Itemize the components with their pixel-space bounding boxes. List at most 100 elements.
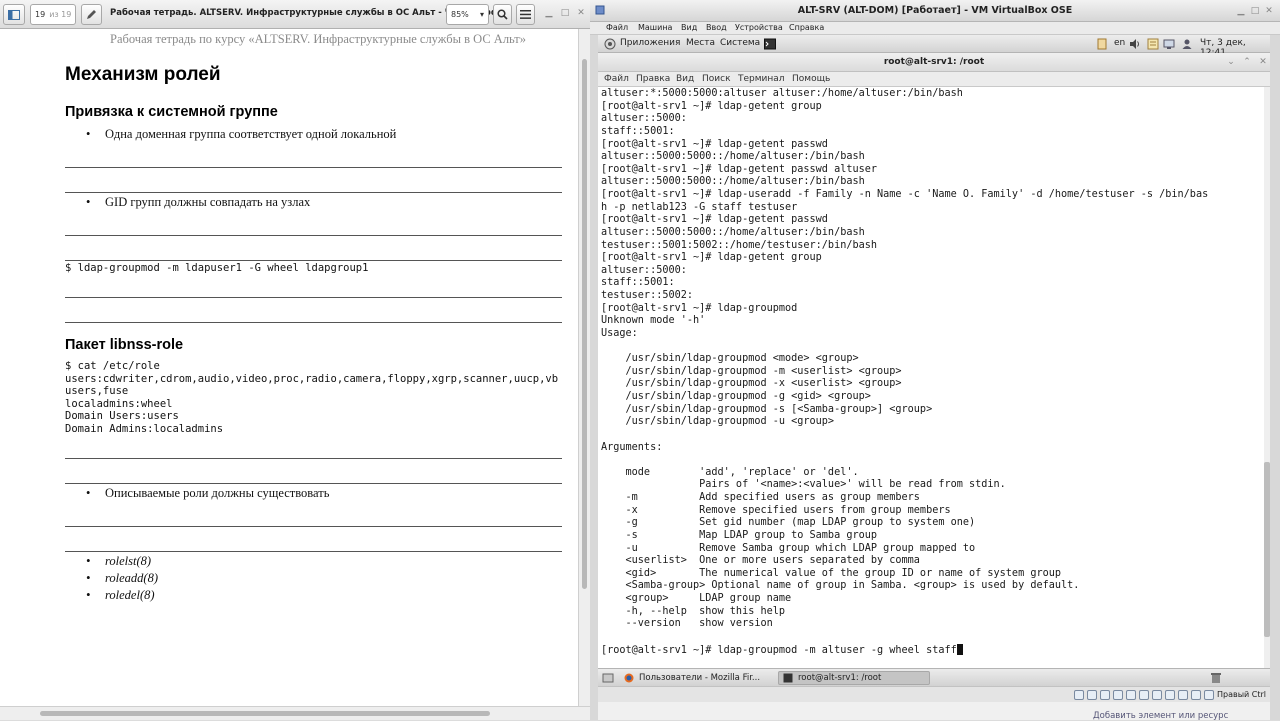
annotate-button[interactable] [81,4,102,25]
chevron-down-icon[interactable]: ⌄ [1226,57,1236,67]
terminal-menu-terminal[interactable]: Терминал [738,74,785,84]
scrollbar-thumb[interactable] [40,711,490,716]
terminal-line: altuser::5000: [601,264,687,276]
terminal-line: -g Set gid number (map LDAP group to sys… [601,517,976,529]
terminal-line: altuser::5000:5000::/home/altuser:/bin/b… [601,176,865,188]
page-number-field[interactable]: 19 из 19 [30,4,76,25]
task-label: root@alt-srv1: /root [798,673,882,683]
menu-view[interactable]: Вид [681,23,697,32]
maximize-icon[interactable]: □ [560,8,570,18]
notes-icon[interactable] [1147,38,1159,50]
maximize-icon[interactable]: ⌃ [1242,57,1252,67]
network-adapter-icon[interactable] [1113,690,1123,700]
zoom-select[interactable]: 85% ▾ [446,4,489,25]
terminal-prompt-line[interactable]: [root@alt-srv1 ~]# ldap-groupmod -m altu… [601,643,1208,658]
sidebar-toggle-button[interactable] [3,4,25,25]
virtualbox-statusbar: Правый Ctrl [598,686,1270,702]
terminal-menu-file[interactable]: Файл [604,74,629,84]
code-line: localadmins:wheel [65,397,173,410]
terminal-line: staff::5001: [601,125,675,137]
network-icon[interactable] [1163,38,1175,50]
scrollbar-thumb[interactable] [582,59,587,589]
answer-line [65,235,562,236]
minimize-icon[interactable]: ▁ [1236,6,1246,16]
answer-line [65,167,562,168]
hard-disk-icon[interactable] [1074,690,1084,700]
usb-icon[interactable] [1126,690,1136,700]
terminal-output[interactable]: altuser:*:5000:5000:altuser altuser:/hom… [598,87,1264,668]
terminal-text: altuser:*:5000:5000:altuser altuser:/hom… [601,88,1208,657]
guest-top-panel: Приложения Места Система en Чт, 3 дек, 1… [598,35,1270,58]
menu-button[interactable] [516,4,535,25]
terminal-line: /usr/sbin/ldap-groupmod -x <userlist> <g… [601,378,902,390]
terminal-line: Arguments: [601,441,663,453]
menu-input[interactable]: Ввод [706,23,727,32]
panel-menu-applications[interactable]: Приложения [620,38,680,48]
display-icon[interactable] [1152,690,1162,700]
shared-folders-icon[interactable] [1139,690,1149,700]
terminal-icon [783,673,793,683]
command-groupmod: $ ldap-groupmod -m ldapuser1 -G wheel ld… [65,262,369,274]
terminal-menu-help[interactable]: Помощь [792,74,830,84]
show-desktop-icon[interactable] [602,672,614,684]
answer-line [65,483,562,484]
volume-icon[interactable] [1129,38,1141,50]
audio-icon[interactable] [1100,690,1110,700]
video-capture-icon[interactable] [1165,690,1175,700]
search-button[interactable] [493,4,512,25]
pencil-icon [87,10,96,19]
keyboard-layout[interactable]: en [1114,38,1125,48]
task-terminal[interactable]: root@alt-srv1: /root [778,671,930,685]
menu-help[interactable]: Справка [789,23,824,32]
heading-roles-mechanism: Механизм ролей [65,64,221,85]
keyboard-icon[interactable] [1204,690,1214,700]
close-icon[interactable]: ✕ [576,8,586,18]
task-firefox[interactable]: Пользователи - Mozilla Fir... [620,671,770,685]
bullet-item: • GID групп должны совпадать на узлах [86,195,311,209]
terminal-line: mode 'add', 'replace' or 'del'. [601,466,859,478]
mouse-integration-icon[interactable] [1191,690,1201,700]
terminal-launcher-icon[interactable] [764,38,776,50]
page-total: из 19 [49,10,72,19]
optical-drive-icon[interactable] [1087,690,1097,700]
user-icon[interactable] [1181,38,1193,50]
guest-screen[interactable]: Приложения Места Система en Чт, 3 дек, 1… [598,35,1270,721]
terminal-menu-search[interactable]: Поиск [702,74,731,84]
terminal-menu-edit[interactable]: Правка [636,74,670,84]
terminal-scrollbar[interactable] [1264,87,1270,668]
bullet-text: GID групп должны совпадать на узлах [105,195,311,209]
pdf-horizontal-scrollbar[interactable] [0,706,590,720]
panel-menu-system[interactable]: Система [720,38,760,48]
terminal-line: altuser::5000:5000::/home/altuser:/bin/b… [601,151,865,163]
alt-logo-icon[interactable] [604,38,616,50]
menu-machine[interactable]: Машина [638,23,672,32]
terminal-line: <group> LDAP group name [601,593,792,604]
clipboard-icon[interactable] [1096,38,1108,50]
trash-icon[interactable] [1210,672,1222,684]
maximize-icon[interactable]: □ [1250,6,1260,16]
cpu-icon[interactable] [1178,690,1188,700]
bullet-item: • Описываемые роли должны существовать [86,486,330,500]
terminal-menu-view[interactable]: Вид [676,74,694,84]
answer-line [65,322,562,323]
bullet-item: • Одна доменная группа соответствует одно… [86,127,397,141]
pdf-vertical-scrollbar[interactable] [578,29,590,706]
menu-file[interactable]: Файл [606,23,628,32]
text-cursor [956,643,963,655]
terminal-line: testuser::5001:5002::/home/testuser:/bin… [601,239,878,251]
answer-line [65,526,562,527]
close-icon[interactable]: ✕ [1258,57,1268,67]
close-icon[interactable]: ✕ [1264,6,1274,16]
firefox-icon [624,673,634,683]
terminal-line: /usr/sbin/ldap-groupmod -u <group> [601,416,835,428]
virtualbox-menubar: Файл Машина Вид Ввод Устройства Справка [590,22,1280,35]
menu-devices[interactable]: Устройства [735,23,783,32]
pdf-viewer-window: 19 из 19 Рабочая тетрадь. ALTSERV. Инфра… [0,0,590,720]
page-current: 19 [35,10,46,19]
panel-menu-places[interactable]: Места [686,38,715,48]
scrollbar-thumb[interactable] [1264,462,1270,637]
minimize-icon[interactable]: ▁ [544,8,554,18]
